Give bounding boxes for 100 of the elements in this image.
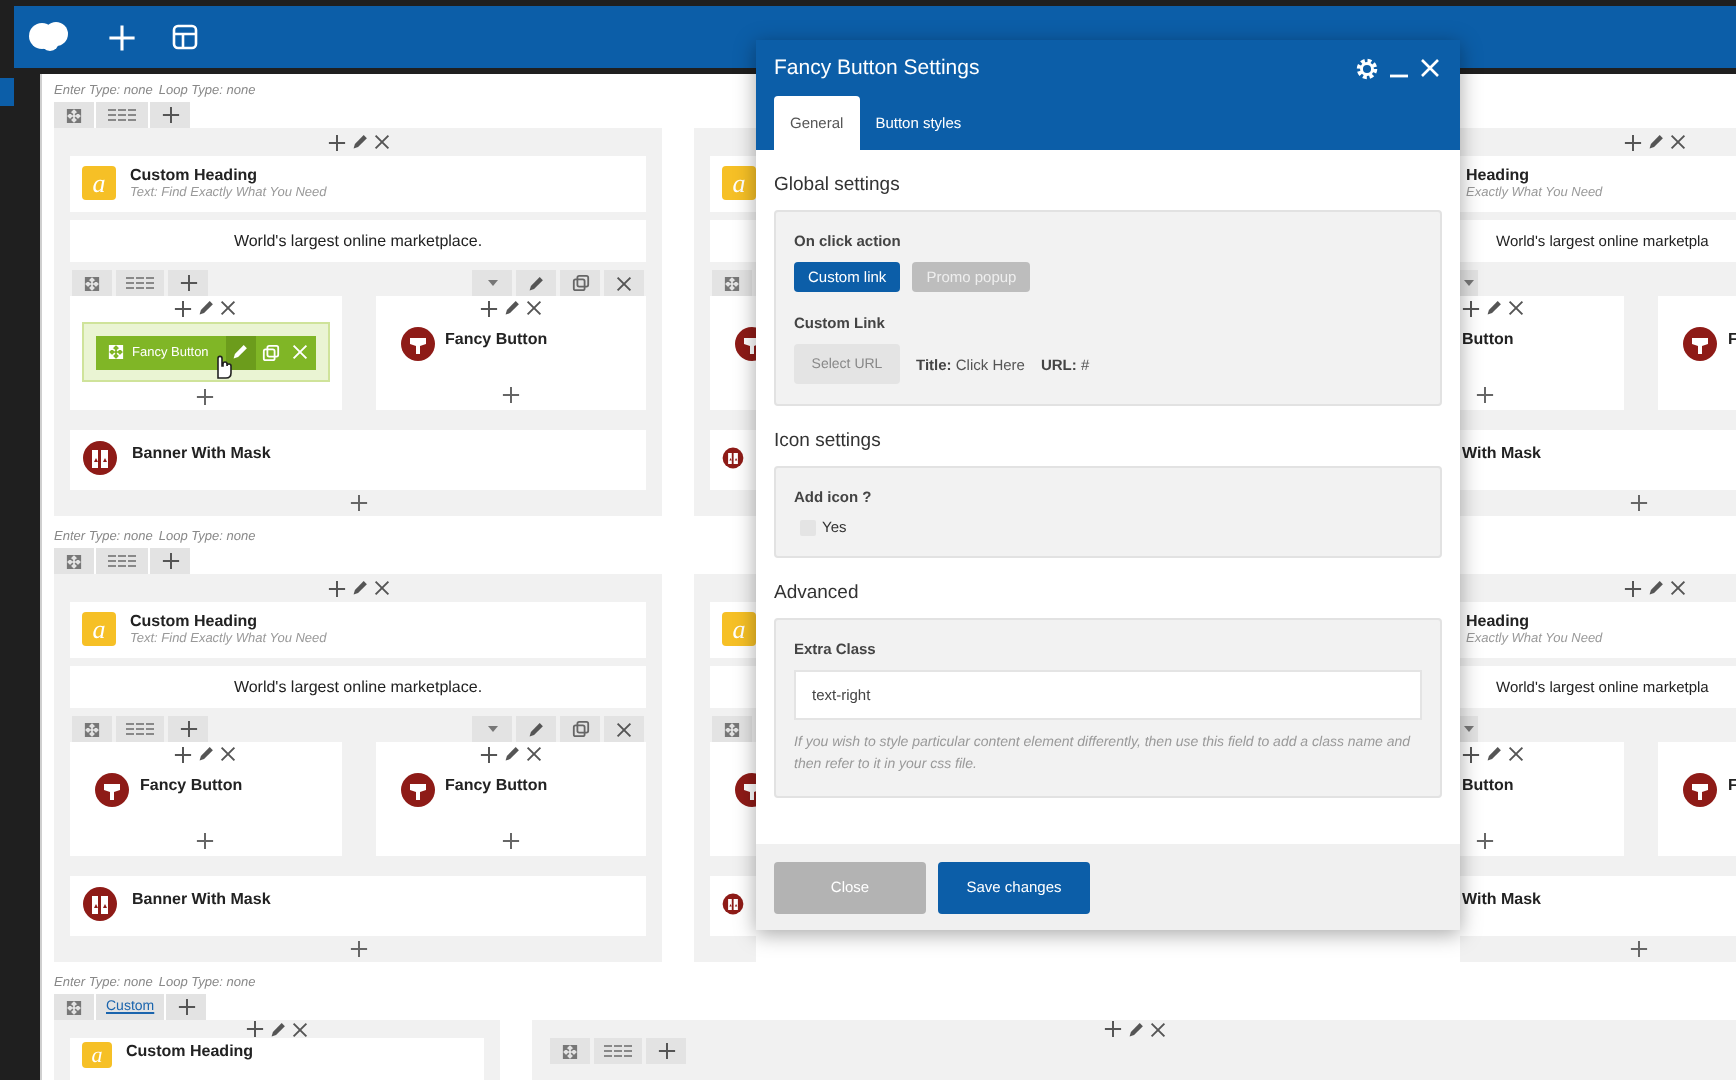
- edit-icon[interactable]: [351, 134, 367, 150]
- columns-icon[interactable]: [106, 108, 138, 122]
- add-icon[interactable]: [1624, 579, 1642, 597]
- copy-button[interactable]: [558, 270, 602, 296]
- banner-card[interactable]: With Mask: [1460, 430, 1736, 490]
- add-icon[interactable]: [174, 745, 193, 763]
- edit-icon[interactable]: [1486, 300, 1502, 316]
- edit-icon[interactable]: [1486, 746, 1502, 762]
- add-icon[interactable]: [1476, 832, 1494, 850]
- edit-button[interactable]: [514, 716, 558, 742]
- add-icon[interactable]: [501, 832, 520, 850]
- add-icon[interactable]: [1462, 299, 1480, 317]
- columns-icon[interactable]: [124, 722, 156, 736]
- delete-icon[interactable]: [616, 721, 632, 737]
- move-button[interactable]: [54, 548, 94, 574]
- move-button[interactable]: [70, 716, 114, 742]
- add-icon[interactable]: [196, 832, 215, 850]
- add-icon[interactable]: [196, 387, 215, 405]
- move-icon[interactable]: [66, 107, 82, 123]
- move-icon[interactable]: [66, 553, 82, 569]
- add-icon[interactable]: [349, 939, 367, 957]
- add-icon[interactable]: [179, 274, 197, 292]
- element-row[interactable]: Button: [1460, 766, 1624, 826]
- add-icon[interactable]: [479, 745, 498, 763]
- add-button[interactable]: [166, 270, 210, 296]
- element-row[interactable]: Fancy Button: [70, 766, 341, 826]
- banner-card[interactable]: [710, 876, 756, 936]
- add-button[interactable]: [644, 1038, 688, 1064]
- columns-button[interactable]: [96, 102, 148, 128]
- move-icon[interactable]: [84, 275, 100, 291]
- delete-icon[interactable]: [1670, 580, 1686, 596]
- copy-icon[interactable]: [571, 274, 589, 292]
- delete-button[interactable]: [602, 270, 646, 296]
- caret-button[interactable]: [1460, 716, 1480, 742]
- caret-icon[interactable]: [1464, 279, 1474, 287]
- add-icon[interactable]: [479, 299, 498, 317]
- edit-icon[interactable]: [351, 580, 367, 596]
- move-icon[interactable]: [562, 1043, 578, 1059]
- caret-icon[interactable]: [487, 279, 497, 287]
- caret-button[interactable]: [470, 270, 514, 296]
- delete-icon[interactable]: [1508, 300, 1524, 316]
- element-row[interactable]: Fancy Button: [375, 320, 646, 380]
- logo-icon[interactable]: [28, 22, 72, 52]
- delete-icon[interactable]: [1508, 746, 1524, 762]
- edit-icon[interactable]: [198, 746, 215, 762]
- edit-button[interactable]: [225, 335, 255, 369]
- caret-icon[interactable]: [487, 725, 497, 733]
- move-icon[interactable]: [66, 999, 82, 1015]
- move-button[interactable]: [710, 716, 754, 742]
- add-icon[interactable]: [1624, 133, 1642, 151]
- layout-icon[interactable]: [172, 24, 198, 50]
- add-icon[interactable]: [1630, 493, 1648, 511]
- banner-card[interactable]: With Mask: [1460, 876, 1736, 936]
- add-icon[interactable]: [1103, 1020, 1121, 1038]
- move-button[interactable]: [70, 270, 114, 296]
- delete-icon[interactable]: [1670, 134, 1686, 150]
- delete-button[interactable]: [602, 716, 646, 742]
- settings-icon[interactable]: [1356, 57, 1378, 79]
- banner-card[interactable]: [710, 430, 756, 490]
- copy-button[interactable]: [558, 716, 602, 742]
- edit-icon[interactable]: [1648, 580, 1664, 596]
- columns-button[interactable]: [592, 1038, 644, 1064]
- edit-icon[interactable]: [198, 300, 215, 316]
- add-button[interactable]: [150, 548, 190, 574]
- columns-button[interactable]: [114, 716, 166, 742]
- edit-icon[interactable]: [1648, 134, 1664, 150]
- add-icon[interactable]: [177, 998, 196, 1016]
- caret-icon[interactable]: [1464, 725, 1474, 733]
- delete-icon[interactable]: [525, 746, 542, 762]
- move-button[interactable]: [54, 994, 94, 1020]
- add-icon[interactable]: [327, 133, 345, 151]
- move-button[interactable]: [548, 1038, 592, 1064]
- add-icon[interactable]: [1630, 939, 1648, 957]
- move-button[interactable]: [54, 102, 94, 128]
- heading-card[interactable]: a Custom Heading: [70, 1038, 484, 1080]
- add-icon[interactable]: [174, 299, 193, 317]
- columns-button[interactable]: [114, 270, 166, 296]
- add-icon[interactable]: [349, 493, 367, 511]
- columns-icon[interactable]: [106, 554, 138, 568]
- move-button[interactable]: [710, 270, 754, 296]
- delete-icon[interactable]: [220, 746, 237, 762]
- edit-icon[interactable]: [1127, 1021, 1143, 1037]
- add-icon[interactable]: [1462, 745, 1480, 763]
- columns-icon[interactable]: [124, 276, 156, 290]
- caret-button[interactable]: [470, 716, 514, 742]
- delete-icon[interactable]: [292, 1021, 308, 1037]
- text-block[interactable]: World's largest online marketplace.: [70, 666, 646, 708]
- add-icon[interactable]: [501, 386, 520, 404]
- columns-button[interactable]: [96, 548, 148, 574]
- add-icon[interactable]: [657, 1042, 675, 1060]
- move-icon[interactable]: [84, 721, 100, 737]
- delete-icon[interactable]: [1149, 1021, 1165, 1037]
- move-icon[interactable]: [724, 275, 740, 291]
- delete-icon[interactable]: [220, 300, 237, 316]
- element-row[interactable]: Fancy Button: [375, 766, 646, 826]
- add-icon[interactable]: [246, 1020, 264, 1038]
- delete-icon[interactable]: [525, 300, 542, 316]
- move-icon[interactable]: [724, 721, 740, 737]
- delete-icon[interactable]: [373, 134, 389, 150]
- add-icon[interactable]: [1476, 386, 1494, 404]
